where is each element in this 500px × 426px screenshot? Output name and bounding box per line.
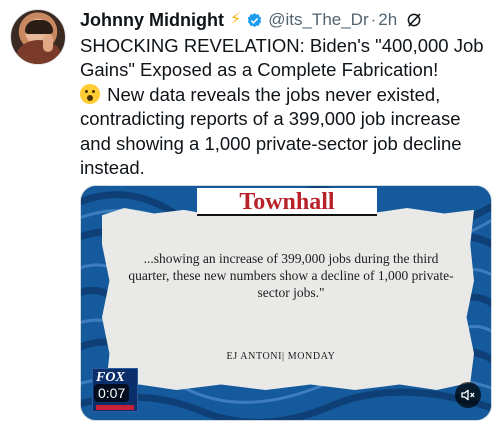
- video-player[interactable]: Townhall ...showing an increase of 399,0…: [80, 185, 492, 421]
- grok-icon[interactable]: [405, 11, 423, 29]
- tweet-text: SHOCKING REVELATION: Biden's "400,000 Jo…: [80, 34, 492, 180]
- astonished-face-emoji: [80, 83, 100, 104]
- author-handle[interactable]: @its_The_Dr: [268, 10, 368, 30]
- article-quote: ...showing an increase of 399,000 jobs d…: [128, 251, 454, 300]
- author-name[interactable]: Johnny Midnight: [80, 10, 224, 31]
- avatar[interactable]: [10, 9, 66, 65]
- mute-button[interactable]: [455, 382, 481, 408]
- separator: ·: [370, 10, 377, 29]
- tweet-body-line: New data reveals the jobs never existed,…: [80, 83, 492, 181]
- tweet-headline: SHOCKING REVELATION: Biden's "400,000 Jo…: [80, 35, 484, 81]
- video-timer: 0:07: [94, 384, 130, 402]
- timestamp[interactable]: 2h: [378, 10, 397, 30]
- article-byline: EJ ANTONI| MONDAY: [226, 351, 336, 362]
- verified-badge-icon: [247, 12, 262, 27]
- townhall-logo: Townhall: [197, 188, 377, 216]
- tweet-body: New data reveals the jobs never existed,…: [80, 83, 462, 179]
- tweet-header: Johnny Midnight ⚡ @its_The_Dr · 2h: [80, 8, 490, 32]
- muted-speaker-icon: [461, 389, 475, 401]
- lightning-bolt-icon: ⚡: [229, 11, 242, 28]
